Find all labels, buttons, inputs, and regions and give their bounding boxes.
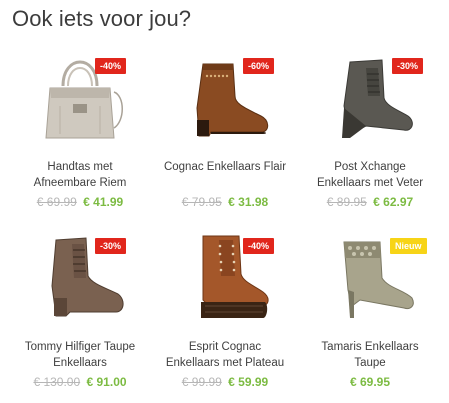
product-price: € 79.95 € 31.98: [155, 194, 295, 210]
old-price: € 99.99: [181, 375, 222, 389]
product-price: € 99.99 € 59.99: [155, 374, 295, 390]
product-price: € 89.95 € 62.97: [300, 194, 440, 210]
product-card[interactable]: -40% Esprit Cognac Enkellaars met Platea…: [155, 226, 295, 396]
sale-price: € 69.95: [349, 375, 391, 389]
product-name[interactable]: Cognac Enkellaars Flair: [155, 159, 295, 175]
old-price: € 130.00: [33, 375, 81, 389]
discount-badge: -30%: [392, 58, 424, 74]
section-title: Ook iets voor jou?: [12, 6, 192, 31]
new-badge: Nieuw: [390, 238, 427, 254]
discount-badge: -40%: [243, 238, 275, 254]
product-card[interactable]: -30% Post Xchange Enkellaars met Veter €…: [300, 46, 440, 216]
product-card[interactable]: Nieuw Tamaris Enkellaars Taupe € 69.95: [300, 226, 440, 396]
discount-badge: -30%: [95, 238, 127, 254]
product-price: € 69.99 € 41.99: [10, 194, 150, 210]
product-name[interactable]: Tamaris Enkellaars Taupe: [300, 339, 440, 371]
product-name[interactable]: Handtas met Afneembare Riem: [10, 159, 150, 191]
sale-price: € 41.99: [83, 195, 124, 209]
old-price: € 69.99: [36, 195, 77, 209]
product-name[interactable]: Tommy Hilfiger Taupe Enkellaars: [10, 339, 150, 371]
product-price: € 69.95: [300, 374, 440, 390]
sale-price: € 59.99: [228, 375, 269, 389]
old-price: € 89.95: [326, 195, 367, 209]
discount-badge: -40%: [95, 58, 127, 74]
discount-badge: -60%: [243, 58, 275, 74]
product-price: € 130.00 € 91.00: [10, 374, 150, 390]
product-card[interactable]: -40% Handtas met Afneembare Riem € 69.99…: [10, 46, 150, 216]
sale-price: € 62.97: [373, 195, 414, 209]
product-card[interactable]: -30% Tommy Hilfiger Taupe Enkellaars € 1…: [10, 226, 150, 396]
sale-price: € 31.98: [228, 195, 269, 209]
old-price: € 79.95: [181, 195, 222, 209]
product-name[interactable]: Esprit Cognac Enkellaars met Plateau: [155, 339, 295, 371]
product-card[interactable]: -60% Cognac Enkellaars Flair € 79.95 € 3…: [155, 46, 295, 216]
product-name[interactable]: Post Xchange Enkellaars met Veter: [300, 159, 440, 191]
sale-price: € 91.00: [86, 375, 127, 389]
